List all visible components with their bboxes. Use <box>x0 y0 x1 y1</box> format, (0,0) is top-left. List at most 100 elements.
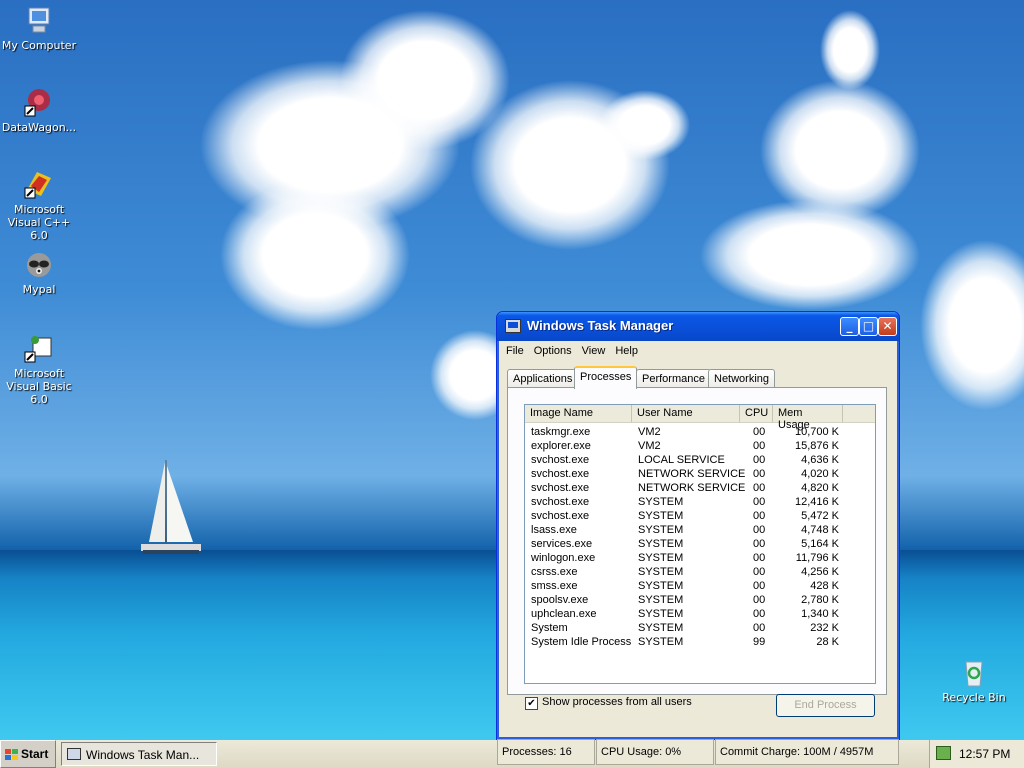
process-cpu: 00 <box>753 426 766 438</box>
menu-bar: File Options View Help <box>501 342 895 362</box>
process-user-name: LOCAL SERVICE <box>638 454 725 466</box>
process-row[interactable]: winlogon.exe SYSTEM 00 11,796 K <box>525 551 875 565</box>
process-image-name: System <box>531 622 568 634</box>
task-manager-tray-icon[interactable] <box>936 746 951 760</box>
process-image-name: svchost.exe <box>531 510 590 522</box>
tab-performance[interactable]: Performance <box>636 369 711 388</box>
column-cpu[interactable]: CPU <box>740 405 773 422</box>
end-process-button[interactable]: End Process <box>776 694 875 717</box>
mypal-raccoon-icon <box>27 253 51 277</box>
process-cpu: 00 <box>753 468 766 480</box>
minimize-button[interactable]: _ <box>840 317 859 336</box>
close-button[interactable]: ✕ <box>878 317 897 336</box>
column-user-name[interactable]: User Name <box>632 405 740 422</box>
process-mem-usage: 5,472 K <box>801 510 839 522</box>
process-row[interactable]: svchost.exe SYSTEM 00 12,416 K <box>525 495 875 509</box>
process-row[interactable]: System Idle Process SYSTEM 99 28 K <box>525 635 875 649</box>
task-manager-window[interactable]: Windows Task Manager _ □ ✕ File Options Vi… <box>496 311 900 740</box>
desktop-icon-label: Mypal <box>22 283 56 296</box>
title-bar[interactable]: Windows Task Manager _ □ ✕ <box>497 312 899 341</box>
process-mem-usage: 28 K <box>816 636 839 648</box>
desktop-icon-recycle-bin[interactable]: Recycle Bin <box>933 656 1015 704</box>
visual-basic-icon <box>24 336 52 363</box>
process-mem-usage: 5,164 K <box>801 538 839 550</box>
process-row[interactable]: uphclean.exe SYSTEM 00 1,340 K <box>525 607 875 621</box>
tab-networking[interactable]: Networking <box>708 369 776 388</box>
process-mem-usage: 15,876 K <box>794 440 839 452</box>
sailboat <box>141 460 201 554</box>
datawagon-icon <box>24 89 50 117</box>
process-mem-usage: 4,820 K <box>801 482 839 494</box>
process-cpu: 00 <box>753 580 766 592</box>
tab-processes[interactable]: Processes <box>574 366 638 389</box>
process-image-name: services.exe <box>531 538 593 550</box>
processes-panel: Image Name User Name CPU Mem Usage taskm… <box>507 387 887 695</box>
start-button[interactable]: Start <box>0 740 56 768</box>
process-user-name: NETWORK SERVICE <box>638 468 746 480</box>
process-mem-usage: 11,796 K <box>795 552 839 564</box>
show-all-users-checkbox[interactable]: ✔ <box>525 697 538 710</box>
process-image-name: spoolsv.exe <box>531 594 589 606</box>
process-image-name: svchost.exe <box>531 496 590 508</box>
menu-file[interactable]: File <box>501 342 529 360</box>
process-cpu: 00 <box>753 510 766 522</box>
process-row[interactable]: svchost.exe SYSTEM 00 5,472 K <box>525 509 875 523</box>
taskbar-button-task-manager[interactable]: Windows Task Man... <box>61 742 217 766</box>
recycle-bin-icon <box>965 661 983 687</box>
process-cpu: 99 <box>753 636 766 648</box>
process-mem-usage: 4,748 K <box>801 524 839 536</box>
process-cpu: 00 <box>753 496 766 508</box>
process-row[interactable]: spoolsv.exe SYSTEM 00 2,780 K <box>525 593 875 607</box>
tab-applications[interactable]: Applications <box>507 369 579 388</box>
start-label: Start <box>21 747 49 761</box>
process-image-name: taskmgr.exe <box>531 426 591 438</box>
process-user-name: SYSTEM <box>638 580 684 592</box>
process-row[interactable]: lsass.exe SYSTEM 00 4,748 K <box>525 523 875 537</box>
process-row[interactable]: taskmgr.exe VM2 00 10,700 K <box>525 425 875 439</box>
process-cpu: 00 <box>753 608 766 620</box>
process-image-name: System Idle Process <box>531 636 632 648</box>
process-user-name: SYSTEM <box>638 594 684 606</box>
process-row[interactable]: svchost.exe NETWORK SERVICE 00 4,020 K <box>525 467 875 481</box>
process-row[interactable]: services.exe SYSTEM 00 5,164 K <box>525 537 875 551</box>
process-user-name: SYSTEM <box>638 538 684 550</box>
menu-help[interactable]: Help <box>610 342 643 360</box>
clock[interactable]: 12:57 PM <box>959 747 1010 761</box>
process-image-name: svchost.exe <box>531 468 590 480</box>
status-cpu-usage: CPU Usage: 0% <box>596 739 714 765</box>
desktop-icon-visual-cpp[interactable]: Microsoft Visual C++ 6.0 <box>0 168 80 242</box>
process-user-name: VM2 <box>638 440 661 452</box>
task-manager-taskbar-icon <box>67 748 81 760</box>
desktop-icon-mypal[interactable]: Mypal <box>0 248 80 296</box>
visual-cpp-icon <box>24 172 51 199</box>
process-row[interactable]: System SYSTEM 00 232 K <box>525 621 875 635</box>
process-list[interactable]: Image Name User Name CPU Mem Usage taskm… <box>524 404 876 684</box>
process-row[interactable]: svchost.exe NETWORK SERVICE 00 4,820 K <box>525 481 875 495</box>
process-mem-usage: 4,256 K <box>801 566 839 578</box>
process-user-name: SYSTEM <box>638 510 684 522</box>
process-image-name: svchost.exe <box>531 482 590 494</box>
process-user-name: VM2 <box>638 426 661 438</box>
menu-view[interactable]: View <box>577 342 611 360</box>
process-row[interactable]: explorer.exe VM2 00 15,876 K <box>525 439 875 453</box>
process-row[interactable]: smss.exe SYSTEM 00 428 K <box>525 579 875 593</box>
desktop-icon-my-computer[interactable]: My Computer <box>0 4 80 52</box>
process-mem-usage: 12,416 K <box>794 496 839 508</box>
process-user-name: SYSTEM <box>638 552 684 564</box>
process-mem-usage: 2,780 K <box>801 594 839 606</box>
process-image-name: csrss.exe <box>531 566 578 578</box>
process-row[interactable]: svchost.exe LOCAL SERVICE 00 4,636 K <box>525 453 875 467</box>
process-cpu: 00 <box>753 552 766 564</box>
column-image-name[interactable]: Image Name <box>525 405 632 422</box>
my-computer-icon <box>28 7 50 33</box>
process-user-name: SYSTEM <box>638 636 684 648</box>
maximize-button[interactable]: □ <box>859 317 878 336</box>
windows-flag-icon <box>5 749 18 761</box>
process-image-name: uphclean.exe <box>531 608 597 620</box>
process-cpu: 00 <box>753 482 766 494</box>
column-mem-usage[interactable]: Mem Usage <box>773 405 843 431</box>
process-row[interactable]: csrss.exe SYSTEM 00 4,256 K <box>525 565 875 579</box>
desktop-icon-visual-basic[interactable]: Microsoft Visual Basic 6.0 <box>0 332 80 406</box>
menu-options[interactable]: Options <box>529 342 577 360</box>
desktop-icon-datawagon[interactable]: DataWagon... <box>0 86 80 134</box>
